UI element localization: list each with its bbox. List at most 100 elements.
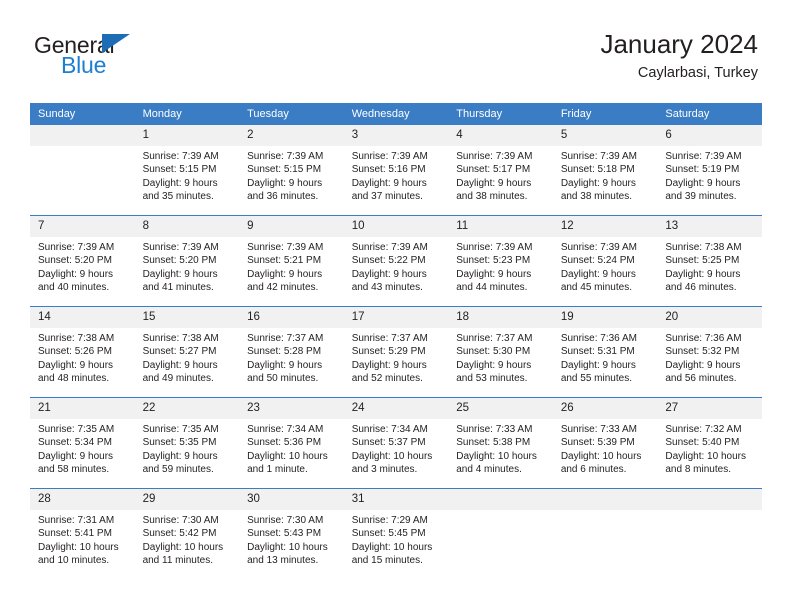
sunset-text: Sunset: 5:25 PM <box>665 255 740 267</box>
calendar-day-cell[interactable]: 17 Sunrise: 7:37 AM Sunset: 5:29 PM Dayligh… <box>343 306 449 398</box>
day-details: Sunrise: 7:38 AM Sunset: 5:27 PM Daylight:… <box>135 328 240 386</box>
calendar-day-cell[interactable]: 6 Sunrise: 7:39 AM Sunset: 5:19 PM Daylight… <box>657 125 762 216</box>
daylight-text-line2: and 41 minutes. <box>142 282 214 294</box>
day-number: 26 <box>552 398 658 419</box>
daylight-text-line1: Daylight: 9 hours <box>456 359 532 371</box>
calendar-day-cell[interactable]: 24 Sunrise: 7:34 AM Sunset: 5:37 PM Dayligh… <box>343 397 449 489</box>
day-number: 11 <box>448 216 553 237</box>
calendar-day-cell[interactable]: 12 Sunrise: 7:39 AM Sunset: 5:24 PM Dayligh… <box>552 215 658 307</box>
sunset-text: Sunset: 5:26 PM <box>38 346 112 358</box>
sunrise-text: Sunrise: 7:34 AM <box>247 424 324 435</box>
calendar-day-cell[interactable]: 19 Sunrise: 7:36 AM Sunset: 5:31 PM Dayligh… <box>552 306 658 398</box>
sunrise-text: Sunrise: 7:37 AM <box>456 333 533 344</box>
sunrise-text: Sunrise: 7:33 AM <box>560 424 637 435</box>
calendar-day-cell[interactable]: 11 Sunrise: 7:39 AM Sunset: 5:23 PM Dayligh… <box>448 215 553 307</box>
daylight-text-line2: and 6 minutes. <box>560 464 627 476</box>
calendar-week-row: 21 Sunrise: 7:35 AM Sunset: 5:34 PM Dayligh… <box>30 397 762 489</box>
daylight-text-line2: and 55 minutes. <box>560 373 632 385</box>
calendar-day-cell[interactable]: 23 Sunrise: 7:34 AM Sunset: 5:36 PM Dayligh… <box>239 397 344 489</box>
calendar-day-cell[interactable]: 8 Sunrise: 7:39 AM Sunset: 5:20 PM Daylight… <box>134 215 240 307</box>
calendar-day-cell[interactable]: 3 Sunrise: 7:39 AM Sunset: 5:16 PM Daylight… <box>343 125 449 216</box>
sunset-text: Sunset: 5:18 PM <box>560 164 635 176</box>
calendar-week-row: 1 Sunrise: 7:39 AM Sunset: 5:15 PM Daylight… <box>30 125 762 216</box>
calendar-day-cell[interactable]: 5 Sunrise: 7:39 AM Sunset: 5:18 PM Daylight… <box>552 125 658 216</box>
day-number <box>657 489 762 510</box>
day-number <box>448 489 553 510</box>
calendar-day-cell[interactable]: 31 Sunrise: 7:29 AM Sunset: 5:45 PM Dayligh… <box>343 488 449 579</box>
day-details: Sunrise: 7:36 AM Sunset: 5:31 PM Daylight:… <box>553 328 658 386</box>
day-number: 31 <box>343 489 449 510</box>
calendar-day-cell[interactable]: 29 Sunrise: 7:30 AM Sunset: 5:42 PM Dayligh… <box>134 488 240 579</box>
daylight-text-line1: Daylight: 9 hours <box>351 359 427 371</box>
day-details: Sunrise: 7:39 AM Sunset: 5:16 PM Daylight:… <box>344 146 449 204</box>
sunrise-text: Sunrise: 7:36 AM <box>560 333 637 344</box>
daylight-text-line1: Daylight: 9 hours <box>665 268 741 280</box>
calendar-day-cell[interactable]: 14 Sunrise: 7:38 AM Sunset: 5:26 PM Dayligh… <box>30 306 135 398</box>
calendar-day-cell[interactable]: 18 Sunrise: 7:37 AM Sunset: 5:30 PM Dayligh… <box>448 306 553 398</box>
day-number: 5 <box>552 125 658 146</box>
calendar-day-cell[interactable]: 26 Sunrise: 7:33 AM Sunset: 5:39 PM Dayligh… <box>552 397 658 489</box>
day-details: Sunrise: 7:39 AM Sunset: 5:24 PM Daylight:… <box>553 237 658 295</box>
daylight-text-line2: and 43 minutes. <box>351 282 423 294</box>
sunrise-text: Sunrise: 7:39 AM <box>142 151 219 162</box>
daylight-text-line2: and 38 minutes. <box>456 191 528 203</box>
calendar-day-cell[interactable]: 10 Sunrise: 7:39 AM Sunset: 5:22 PM Dayligh… <box>343 215 449 307</box>
daylight-text-line2: and 42 minutes. <box>247 282 319 294</box>
day-details: Sunrise: 7:39 AM Sunset: 5:17 PM Daylight:… <box>448 146 553 204</box>
calendar-body: 1 Sunrise: 7:39 AM Sunset: 5:15 PM Daylight… <box>30 125 762 579</box>
weekday-header-sunday: Sunday <box>30 103 135 125</box>
calendar-day-cell[interactable]: 22 Sunrise: 7:35 AM Sunset: 5:35 PM Dayligh… <box>134 397 240 489</box>
day-details: Sunrise: 7:39 AM Sunset: 5:18 PM Daylight:… <box>553 146 658 204</box>
daylight-text-line1: Daylight: 10 hours <box>665 450 746 462</box>
calendar-day-cell-empty <box>657 488 762 579</box>
daylight-text-line1: Daylight: 9 hours <box>38 268 114 280</box>
daylight-text-line1: Daylight: 10 hours <box>351 450 433 462</box>
calendar-day-cell[interactable]: 28 Sunrise: 7:31 AM Sunset: 5:41 PM Dayligh… <box>30 488 135 579</box>
calendar-day-cell-empty <box>30 125 135 216</box>
day-details: Sunrise: 7:29 AM Sunset: 5:45 PM Daylight:… <box>344 510 449 568</box>
daylight-text-line1: Daylight: 9 hours <box>456 177 532 189</box>
page-header: General Blue January 2024 Caylarbasi, Tu… <box>34 28 758 94</box>
calendar-day-cell[interactable]: 2 Sunrise: 7:39 AM Sunset: 5:15 PM Daylight… <box>239 125 344 216</box>
calendar-day-cell[interactable]: 1 Sunrise: 7:39 AM Sunset: 5:15 PM Daylight… <box>134 125 240 216</box>
calendar-day-cell[interactable]: 15 Sunrise: 7:38 AM Sunset: 5:27 PM Dayligh… <box>134 306 240 398</box>
day-number: 19 <box>552 307 658 328</box>
daylight-text-line2: and 59 minutes. <box>142 464 214 476</box>
daylight-text-line2: and 10 minutes. <box>38 555 110 567</box>
daylight-text-line1: Daylight: 10 hours <box>247 541 328 553</box>
calendar-day-cell[interactable]: 7 Sunrise: 7:39 AM Sunset: 5:20 PM Daylight… <box>30 215 135 307</box>
calendar-day-cell[interactable]: 4 Sunrise: 7:39 AM Sunset: 5:17 PM Daylight… <box>448 125 553 216</box>
daylight-text-line1: Daylight: 9 hours <box>142 359 218 371</box>
day-number: 13 <box>657 216 762 237</box>
day-number: 21 <box>30 398 135 419</box>
calendar-day-cell-empty <box>552 488 658 579</box>
day-number: 9 <box>239 216 344 237</box>
sunrise-text: Sunrise: 7:39 AM <box>351 242 428 253</box>
sunrise-text: Sunrise: 7:38 AM <box>142 333 219 344</box>
calendar-day-cell[interactable]: 9 Sunrise: 7:39 AM Sunset: 5:21 PM Daylight… <box>239 215 344 307</box>
generalblue-logo[interactable]: General Blue <box>34 32 214 86</box>
sunrise-text: Sunrise: 7:34 AM <box>351 424 428 435</box>
day-number: 4 <box>448 125 553 146</box>
sunset-text: Sunset: 5:30 PM <box>456 346 531 358</box>
calendar-day-cell[interactable]: 30 Sunrise: 7:30 AM Sunset: 5:43 PM Dayligh… <box>239 488 344 579</box>
calendar-day-cell[interactable]: 13 Sunrise: 7:38 AM Sunset: 5:25 PM Dayligh… <box>657 215 762 307</box>
calendar-header-row: Sunday Monday Tuesday Wednesday Thursday Frid… <box>30 103 762 125</box>
calendar-day-cell[interactable]: 27 Sunrise: 7:32 AM Sunset: 5:40 PM Dayligh… <box>657 397 762 489</box>
calendar-day-cell[interactable]: 25 Sunrise: 7:33 AM Sunset: 5:38 PM Dayligh… <box>448 397 553 489</box>
day-number: 10 <box>343 216 449 237</box>
day-details: Sunrise: 7:30 AM Sunset: 5:43 PM Daylight:… <box>239 510 344 568</box>
sunset-text: Sunset: 5:22 PM <box>351 255 426 267</box>
day-details: Sunrise: 7:34 AM Sunset: 5:36 PM Daylight:… <box>239 419 344 477</box>
daylight-text-line1: Daylight: 9 hours <box>142 450 218 462</box>
calendar-day-cell[interactable]: 16 Sunrise: 7:37 AM Sunset: 5:28 PM Dayligh… <box>239 306 344 398</box>
calendar-day-cell[interactable]: 20 Sunrise: 7:36 AM Sunset: 5:32 PM Dayligh… <box>657 306 762 398</box>
day-details: Sunrise: 7:35 AM Sunset: 5:34 PM Daylight:… <box>30 419 135 477</box>
sunrise-text: Sunrise: 7:39 AM <box>665 151 742 162</box>
day-details: Sunrise: 7:39 AM Sunset: 5:20 PM Daylight:… <box>30 237 135 295</box>
weekday-header-tuesday: Tuesday <box>239 103 344 125</box>
sunset-text: Sunset: 5:24 PM <box>560 255 635 267</box>
calendar-day-cell[interactable]: 21 Sunrise: 7:35 AM Sunset: 5:34 PM Dayligh… <box>30 397 135 489</box>
daylight-text-line2: and 46 minutes. <box>665 282 737 294</box>
day-details: Sunrise: 7:39 AM Sunset: 5:22 PM Daylight:… <box>344 237 449 295</box>
